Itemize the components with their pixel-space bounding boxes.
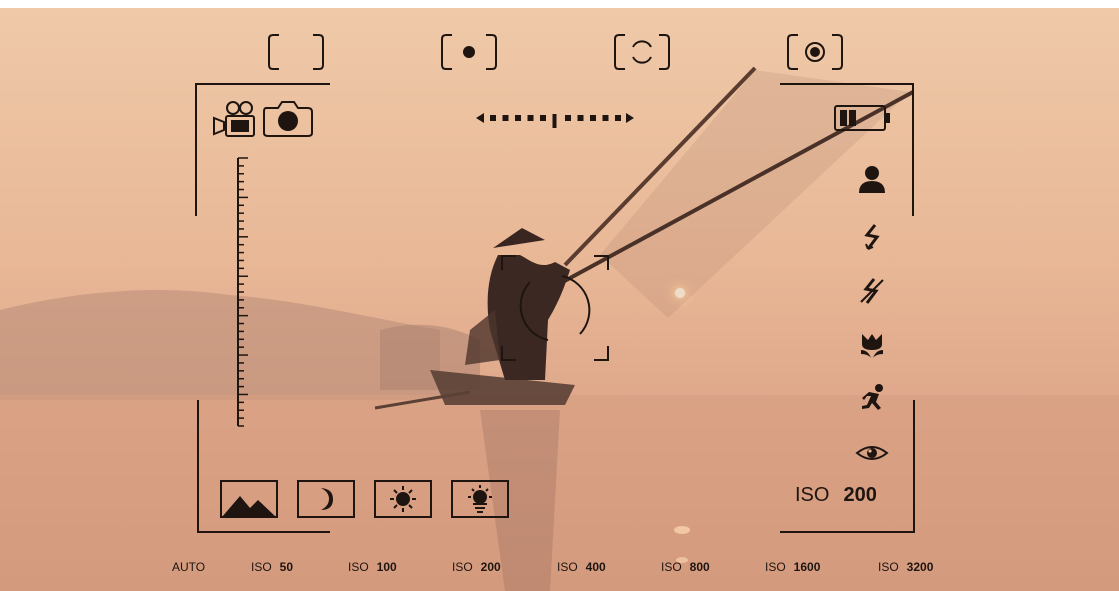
scale-tick xyxy=(565,115,571,121)
landscape-icon[interactable] xyxy=(220,480,278,518)
iso-option-value: 3200 xyxy=(906,560,934,574)
iso-option-3200[interactable]: ISO 3200 xyxy=(878,560,933,574)
iso-option-200[interactable]: ISO 200 xyxy=(452,560,501,574)
exposure-compensation-scale[interactable] xyxy=(476,110,636,130)
battery-tip xyxy=(886,113,890,123)
scale-tick xyxy=(590,115,596,121)
iso-option-label: ISO xyxy=(452,560,473,574)
red-eye-icon[interactable] xyxy=(855,441,889,465)
flash-auto-icon[interactable] xyxy=(860,222,884,254)
scale-tick xyxy=(502,115,509,121)
scale-tick xyxy=(515,115,521,121)
iso-auto-label: AUTO xyxy=(172,560,206,574)
scale-right-arrow xyxy=(626,113,634,123)
photo-camera-icon[interactable] xyxy=(262,100,314,138)
sports-running-icon[interactable] xyxy=(857,382,889,414)
scale-center-mark xyxy=(552,114,557,128)
iso-option-100[interactable]: ISO 100 xyxy=(348,560,397,574)
iso-option-label: ISO xyxy=(251,560,272,574)
macro-flower-icon[interactable] xyxy=(858,330,886,360)
iso-option-label: ISO xyxy=(661,560,682,574)
scale-tick xyxy=(615,115,621,121)
scale-tick xyxy=(602,115,609,121)
iso-option-value: 100 xyxy=(376,560,397,574)
iso-option-label: ISO xyxy=(878,560,899,574)
iso-option-value: 400 xyxy=(585,560,606,574)
video-camera-icon[interactable] xyxy=(212,100,256,138)
battery-bar xyxy=(849,110,856,126)
iso-auto-option[interactable]: AUTO xyxy=(172,560,205,574)
iso-current-readout[interactable]: ISO 200 xyxy=(795,484,877,507)
portrait-icon[interactable] xyxy=(857,163,887,195)
iso-option-value: 200 xyxy=(480,560,501,574)
scale-tick xyxy=(540,115,546,121)
iso-option-value: 1600 xyxy=(793,560,821,574)
iso-option-value: 800 xyxy=(689,560,710,574)
battery-icon xyxy=(834,104,894,134)
iso-option-label: ISO xyxy=(557,560,578,574)
scale-tick xyxy=(490,115,496,121)
scale-tick xyxy=(527,115,534,121)
iso-option-1600[interactable]: ISO 1600 xyxy=(765,560,820,574)
night-icon[interactable] xyxy=(297,480,355,518)
battery-bar xyxy=(840,110,847,126)
iso-option-label: ISO xyxy=(765,560,786,574)
focus-reticle xyxy=(500,254,612,364)
iso-option-400[interactable]: ISO 400 xyxy=(557,560,606,574)
iso-option-label: ISO xyxy=(348,560,369,574)
iso-current-value: 200 xyxy=(843,484,877,506)
scale-tick xyxy=(577,115,584,121)
scale-left-arrow xyxy=(476,113,484,123)
iso-option-50[interactable]: ISO 50 xyxy=(251,560,293,574)
brightness-icon[interactable] xyxy=(451,480,509,518)
flash-off-icon[interactable] xyxy=(857,276,887,308)
iso-current-label: ISO xyxy=(795,484,830,506)
iso-option-value: 50 xyxy=(279,560,294,574)
zoom-level-scale[interactable] xyxy=(234,156,254,430)
sunny-icon[interactable] xyxy=(374,480,432,518)
iso-option-800[interactable]: ISO 800 xyxy=(661,560,710,574)
